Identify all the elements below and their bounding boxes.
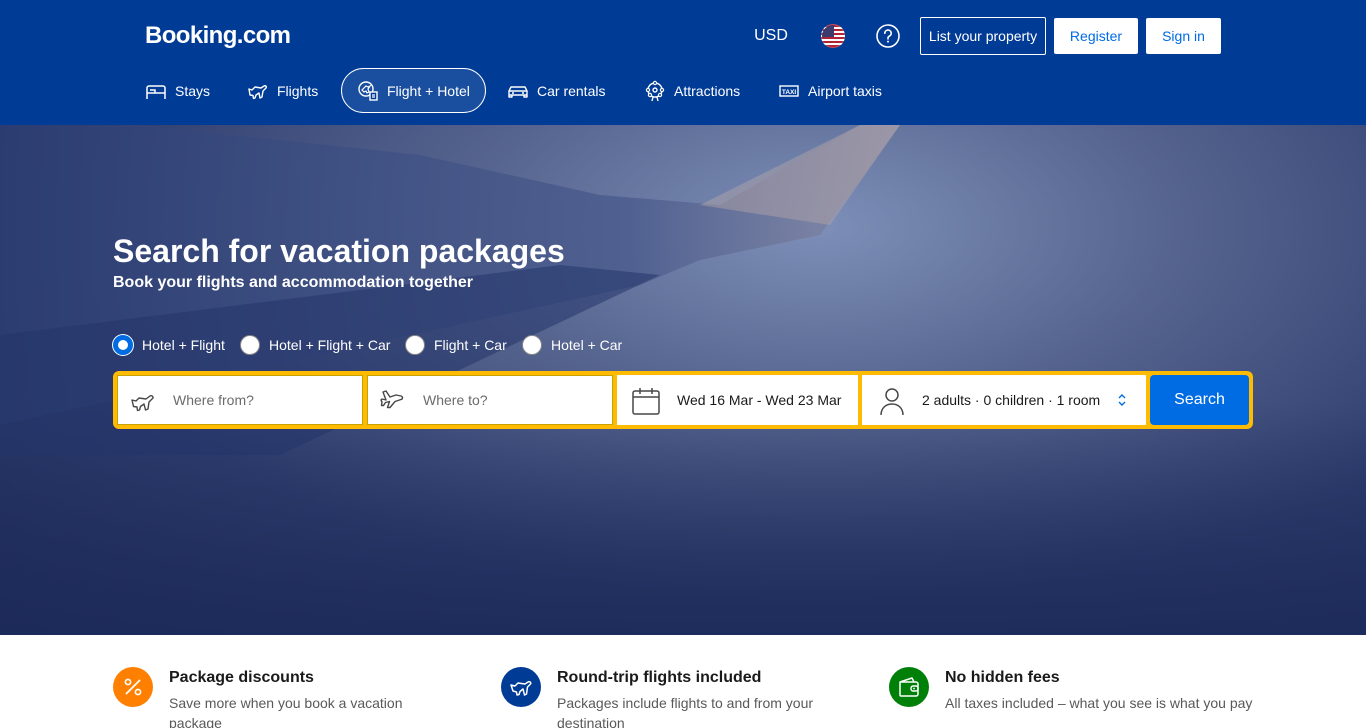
plane-landing-icon — [380, 390, 404, 409]
bed-icon — [146, 84, 166, 99]
attractions-icon — [645, 80, 665, 101]
hero-title: Search for vacation packages — [113, 233, 565, 269]
wallet-icon — [889, 667, 929, 707]
svg-text:TAXI: TAXI — [782, 89, 797, 96]
nav-car-rentals[interactable]: Car rentals — [507, 68, 605, 113]
nav-attractions[interactable]: Attractions — [644, 68, 740, 113]
feature-description: Packages include flights to and from you… — [557, 695, 814, 728]
destination-field[interactable]: Where to? — [367, 375, 613, 425]
origin-field[interactable]: Where from? — [117, 375, 363, 425]
register-button[interactable]: Register — [1054, 18, 1138, 54]
nav-stays[interactable]: Stays — [145, 68, 210, 113]
nav-label: Airport taxis — [808, 82, 882, 99]
radio-button[interactable] — [522, 335, 542, 355]
occupancy-field[interactable]: 2 adults · 0 children · 1 room — [862, 375, 1146, 425]
date-range-field[interactable]: Wed 16 Mar - Wed 23 Mar — [617, 375, 858, 425]
plane-icon — [248, 84, 268, 99]
person-icon — [880, 388, 904, 416]
us-flag-icon — [821, 24, 845, 48]
top-header: Booking.com USD List your property Regis… — [0, 0, 1366, 125]
feature-title: No hidden fees — [945, 669, 1060, 686]
radio-hotel-flight-car[interactable]: Hotel + Flight + Car — [240, 335, 390, 355]
radio-label: Flight + Car — [434, 337, 507, 353]
nav-label: Attractions — [674, 82, 741, 99]
flight-hotel-icon — [358, 80, 378, 101]
taxi-icon: TAXI — [779, 84, 799, 97]
question-circle-icon — [876, 24, 900, 48]
car-icon — [508, 85, 528, 98]
radio-label: Hotel + Flight + Car — [269, 337, 391, 353]
feature-description: All taxes included – what you see is wha… — [945, 695, 1253, 711]
feature-title: Round-trip flights included — [557, 669, 762, 686]
search-bar: Where from? Where to? Wed 16 Mar - Wed 2… — [113, 371, 1253, 429]
radio-label: Hotel + Flight — [142, 337, 225, 353]
chevron-up-down-icon — [1118, 394, 1126, 406]
hero-subtitle: Book your flights and accommodation toge… — [113, 274, 474, 291]
sign-in-button[interactable]: Sign in — [1146, 18, 1221, 54]
search-button[interactable]: Search — [1150, 375, 1249, 425]
nav-label: Flight + Hotel — [387, 82, 470, 99]
radio-button[interactable] — [113, 335, 133, 355]
radio-button[interactable] — [405, 335, 425, 355]
currency-selector[interactable]: USD — [740, 18, 802, 54]
date-range-value: Wed 16 Mar - Wed 23 Mar — [677, 392, 842, 408]
list-your-property-button[interactable]: List your property — [920, 17, 1046, 55]
nav-flight-hotel[interactable]: Flight + Hotel — [341, 68, 486, 113]
feature-description: Save more when you book a vacation packa… — [169, 695, 403, 728]
booking-logo[interactable]: Booking.com — [145, 22, 291, 50]
radio-button[interactable] — [240, 335, 260, 355]
feature-title: Package discounts — [169, 669, 314, 686]
origin-placeholder: Where from? — [173, 392, 254, 408]
nav-airport-taxis[interactable]: TAXI Airport taxis — [778, 68, 882, 113]
radio-hotel-car[interactable]: Hotel + Car — [522, 335, 622, 355]
radio-flight-car[interactable]: Flight + Car — [405, 335, 507, 355]
plane-icon — [501, 667, 541, 707]
plane-takeoff-icon — [131, 395, 154, 412]
radio-hotel-flight[interactable]: Hotel + Flight — [113, 335, 225, 355]
occupancy-value: 2 adults · 0 children · 1 room — [922, 392, 1101, 408]
nav-flights[interactable]: Flights — [247, 68, 318, 113]
radio-label: Hotel + Car — [551, 337, 623, 353]
nav-label: Flights — [277, 82, 319, 99]
destination-placeholder: Where to? — [423, 392, 488, 408]
percent-icon — [113, 667, 153, 707]
nav-label: Car rentals — [537, 82, 606, 99]
nav-label: Stays — [175, 82, 211, 99]
help-button[interactable] — [870, 18, 906, 54]
calendar-icon — [632, 388, 660, 415]
language-selector[interactable] — [815, 18, 851, 54]
hero-banner: Search for vacation packages Book your f… — [0, 125, 1366, 635]
